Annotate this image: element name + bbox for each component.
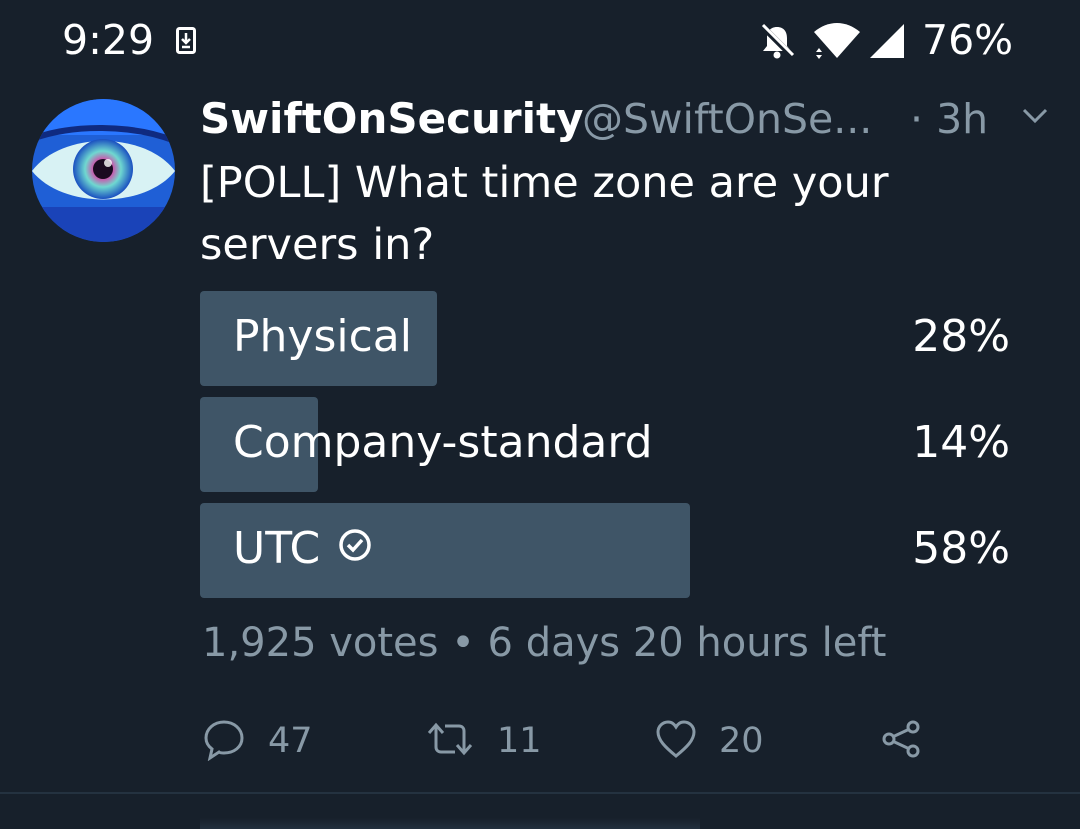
like-button[interactable]: 20 (655, 716, 764, 766)
reply-icon (202, 717, 246, 765)
poll-option-percent: 28% (912, 311, 1010, 362)
poll-option-label: Physical (233, 311, 412, 362)
retweet-icon (425, 719, 475, 763)
avatar[interactable] (32, 99, 175, 242)
retweet-count: 11 (497, 721, 542, 761)
divider (0, 792, 1080, 794)
chevron-down-icon[interactable] (1020, 106, 1050, 130)
tweet-timestamp: · 3h (910, 95, 989, 143)
like-count: 20 (719, 721, 764, 761)
tweet-text-line: servers in? (200, 220, 435, 270)
share-button[interactable] (880, 716, 922, 766)
retweet-button[interactable]: 11 (425, 716, 542, 766)
poll-meta: 1,925 votes • 6 days 20 hours left (202, 620, 887, 666)
poll-option-label: UTC (233, 523, 321, 574)
download-icon (176, 27, 196, 54)
poll-option-physical: Physical 28% (200, 291, 1010, 386)
author-handle[interactable]: @SwiftOnSe... (582, 95, 872, 143)
poll-option-utc: UTC 58% (200, 503, 1010, 598)
share-icon (880, 718, 922, 764)
bell-muted-icon (758, 22, 796, 64)
tweet-header: SwiftOnSecurity @SwiftOnSe... · 3h (200, 94, 1060, 150)
cell-signal-icon (866, 22, 906, 64)
next-tweet-preview (200, 818, 700, 829)
heart-icon (655, 719, 697, 763)
poll-option-company-standard: Company-standard 14% (200, 397, 1010, 492)
tweet-text: [POLL] What time zone are your servers i… (200, 152, 1020, 276)
reply-button[interactable]: 47 (202, 716, 313, 766)
reply-count: 47 (268, 721, 313, 761)
poll-option-percent: 14% (912, 417, 1010, 468)
poll-option-label-wrap: UTC (233, 523, 372, 577)
poll-option-percent: 58% (912, 523, 1010, 574)
author-name[interactable]: SwiftOnSecurity (200, 94, 584, 143)
battery-percent: 76% (922, 16, 1014, 64)
tweet-text-line: [POLL] What time zone are your (200, 158, 889, 208)
tweet-screen: 9:29 76% SwiftOnSecurity @SwiftOnSe... ·… (0, 0, 1080, 829)
check-circle-icon (338, 522, 372, 573)
poll-option-label: Company-standard (233, 417, 653, 468)
status-time: 9:29 (62, 16, 155, 64)
status-bar: 9:29 76% (0, 0, 1080, 84)
wifi-icon (812, 22, 862, 64)
